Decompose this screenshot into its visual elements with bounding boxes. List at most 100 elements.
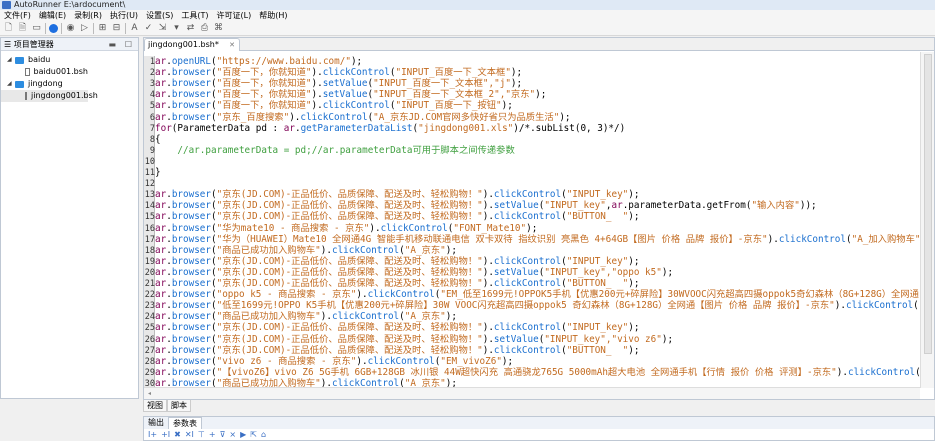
code-token: "百度一下，你就知道" xyxy=(216,89,312,101)
code-token: for xyxy=(155,122,172,134)
find-icon[interactable]: ⊞ xyxy=(97,23,108,34)
tree-file[interactable]: jingdong001.bsh xyxy=(1,90,98,102)
step-run-icon[interactable]: ▷ xyxy=(79,23,90,34)
expand-arrow-icon[interactable]: ◢ xyxy=(7,54,15,66)
code-line[interactable]: 25ar.browser("京东(JD.COM)-正品低价、品质保障、配送及时、… xyxy=(144,322,920,333)
font-icon[interactable]: A xyxy=(129,23,140,34)
code-token: clickControl xyxy=(367,355,435,367)
menu-item[interactable]: 录制(R) xyxy=(70,10,106,21)
code-token: "INPUT_key" xyxy=(544,200,606,212)
dropdown-icon[interactable]: ▾ xyxy=(171,23,182,34)
code-line[interactable]: 8{ xyxy=(144,134,920,145)
code-token: ar xyxy=(155,344,167,356)
app-icon xyxy=(2,1,11,9)
code-line[interactable]: 26ar.browser("京东(JD.COM)-正品低价、品质保障、配送及时、… xyxy=(144,334,920,345)
find-replace-icon[interactable]: ⊟ xyxy=(111,23,122,34)
code-line[interactable]: 12 xyxy=(144,178,920,189)
code-token: openURL xyxy=(171,56,211,67)
code-line[interactable]: 21ar.browser("京东(JD.COM)-正品低价、品质保障、配送及时、… xyxy=(144,278,920,289)
code-line[interactable]: 5ar.browser("百度一下，你就知道").clickControl("I… xyxy=(144,100,920,111)
expand-arrow-icon[interactable]: ◢ xyxy=(7,78,15,90)
code-line[interactable]: 20ar.browser("京东(JD.COM)-正品低价、品质保障、配送及时、… xyxy=(144,267,920,278)
code-line[interactable]: 24ar.browser("商品已成功加入购物车").clickControl(… xyxy=(144,311,920,322)
parameter-icon[interactable]: ⌘ xyxy=(213,23,224,34)
export-icon[interactable]: ⇲ xyxy=(157,23,168,34)
new-script-icon[interactable]: 🗎 xyxy=(17,23,28,34)
code-line[interactable]: 16ar.browser("华为mate10 - 商品搜索 - 京东").cli… xyxy=(144,223,920,234)
run-icon[interactable]: ◉ xyxy=(65,23,76,34)
code-token: ar xyxy=(155,233,167,245)
code-line[interactable]: 6ar.browser("京东_百度搜索").clickControl("A_京… xyxy=(144,112,920,123)
scrollbar-thumb[interactable] xyxy=(924,54,932,354)
code-line[interactable]: 11} xyxy=(144,167,920,178)
parameter-tool-icon[interactable]: ⊽ xyxy=(220,429,226,441)
print-icon[interactable]: ⎙ xyxy=(199,23,210,34)
code-line[interactable]: 27ar.browser("京东(JD.COM)-正品低价、品质保障、配送及时、… xyxy=(144,345,920,356)
code-token: "jingdong001.xls" xyxy=(418,122,514,134)
code-line[interactable]: 28ar.browser("vivo z6 - 商品搜索 - 京东").clic… xyxy=(144,356,920,367)
code-line[interactable]: 9 //ar.parameterData = pd;//ar.parameter… xyxy=(144,145,920,156)
tab-script[interactable]: 脚本 xyxy=(167,400,191,412)
code-token: "A_京东JD.COM官网多快好省只为品质生活" xyxy=(373,111,560,123)
parameter-tool-icon[interactable]: ✖ xyxy=(174,429,181,441)
vertical-scrollbar[interactable] xyxy=(920,52,934,388)
code-line[interactable]: 23ar.browser("低至1699元!OPPO K5手机【优惠200元+碎… xyxy=(144,300,920,311)
menu-item[interactable]: 文件(F) xyxy=(0,10,35,21)
parameter-tool-icon[interactable]: ✕I xyxy=(185,429,194,441)
code-line[interactable]: 13ar.browser("京东(JD.COM)-正品低价、品质保障、配送及时、… xyxy=(144,189,920,200)
code-line[interactable]: 7for(ParameterData pd : ar.getParameterD… xyxy=(144,123,920,134)
parameter-tool-icon[interactable]: × xyxy=(229,429,236,441)
new-file-icon[interactable]: 🗋 xyxy=(3,23,14,34)
parameter-tool-icon[interactable]: ⇱ xyxy=(250,429,257,441)
menu-item[interactable]: 许可证(L) xyxy=(213,10,256,21)
parameter-tool-icon[interactable]: I+ xyxy=(148,429,157,441)
code-token: ar xyxy=(155,333,167,345)
menu-item[interactable]: 编辑(E) xyxy=(35,10,70,21)
parameter-tool-icon[interactable]: ⌂ xyxy=(261,429,266,441)
parameter-tool-icon[interactable]: + xyxy=(209,429,216,441)
toolbar: 🗋 🗎 ▭ ◉ ▷ ⊞ ⊟ A ✓ ⇲ ▾ ⇄ ⎙ ⌘ xyxy=(0,21,935,36)
code-token: browser xyxy=(171,67,211,79)
editor-tab[interactable]: jingdong001.bsh* ✕ xyxy=(144,38,240,51)
code-line[interactable]: 17ar.browser("华为（HUAWEI）Mate10 全网通4G 智能手… xyxy=(144,234,920,245)
code-line[interactable]: 3ar.browser("百度一下，你就知道").setValue("INPUT… xyxy=(144,78,920,89)
parameter-tool-icon[interactable]: ⊤ xyxy=(198,429,205,441)
code-line[interactable]: 14ar.browser("京东(JD.COM)-正品低价、品质保障、配送及时、… xyxy=(144,200,920,211)
close-tab-icon[interactable]: ✕ xyxy=(229,39,235,51)
menu-item[interactable]: 设置(S) xyxy=(142,10,177,21)
project-explorer-title: 项目管理器 xyxy=(13,40,54,49)
save-icon[interactable]: ▭ xyxy=(31,23,42,34)
tree-file[interactable]: baidu001.bsh xyxy=(1,66,88,78)
minimize-icon[interactable]: ▬ xyxy=(108,38,116,51)
code-line[interactable]: 18ar.browser("商品已成功加入购物车").clickControl(… xyxy=(144,245,920,256)
tab-view[interactable]: 视图 xyxy=(143,400,167,412)
tab-output[interactable]: 输出 xyxy=(144,417,168,429)
maximize-icon[interactable]: ☐ xyxy=(125,38,132,51)
parameter-tool-icon[interactable]: +I xyxy=(161,429,170,441)
code-line[interactable]: 2ar.browser("百度一下，你就知道").clickControl("I… xyxy=(144,67,920,78)
menu-item[interactable]: 工具(T) xyxy=(177,10,212,21)
code-token: ). xyxy=(482,255,494,267)
menu-item[interactable]: 执行(U) xyxy=(106,10,142,21)
code-token: (ParameterData pd : xyxy=(171,122,284,134)
code-editor[interactable]: 1ar.openURL("https://www.baidu.com/"); 2a… xyxy=(144,56,920,391)
code-line[interactable]: 15ar.browser("京东(JD.COM)-正品低价、品质保障、配送及时、… xyxy=(144,211,920,222)
code-token: ); xyxy=(661,333,674,345)
convert-icon[interactable]: ⇄ xyxy=(185,23,196,34)
code-token: "INPUT_百度一下_文本框" xyxy=(395,67,511,79)
tree-folder-baidu[interactable]: ◢ baidu xyxy=(1,54,138,66)
code-line[interactable]: 29ar.browser("【vivoZ6】vivo Z6 5G手机 6GB+1… xyxy=(144,367,920,378)
tree-folder-jingdong[interactable]: ◢ jingdong xyxy=(1,78,138,90)
code-token: browser xyxy=(171,189,211,201)
check-icon[interactable]: ✓ xyxy=(143,23,154,34)
code-line[interactable]: 19ar.browser("京东(JD.COM)-正品低价、品质保障、配送及时、… xyxy=(144,256,920,267)
record-icon[interactable] xyxy=(49,23,58,33)
tab-parameter-table[interactable]: 参数表 xyxy=(168,417,202,429)
parameter-tool-icon[interactable]: ▶ xyxy=(240,429,246,441)
code-line[interactable]: 10 xyxy=(144,156,920,167)
code-line[interactable]: 1ar.openURL("https://www.baidu.com/"); xyxy=(144,56,920,67)
horizontal-scrollbar[interactable]: ◂ xyxy=(144,387,920,399)
code-line[interactable]: 22ar.browser("oppo k5 - 商品搜索 - 京东").clic… xyxy=(144,289,920,300)
menu-item[interactable]: 帮助(H) xyxy=(255,10,291,21)
code-line[interactable]: 4ar.browser("百度一下，你就知道").setValue("INPUT… xyxy=(144,89,920,100)
